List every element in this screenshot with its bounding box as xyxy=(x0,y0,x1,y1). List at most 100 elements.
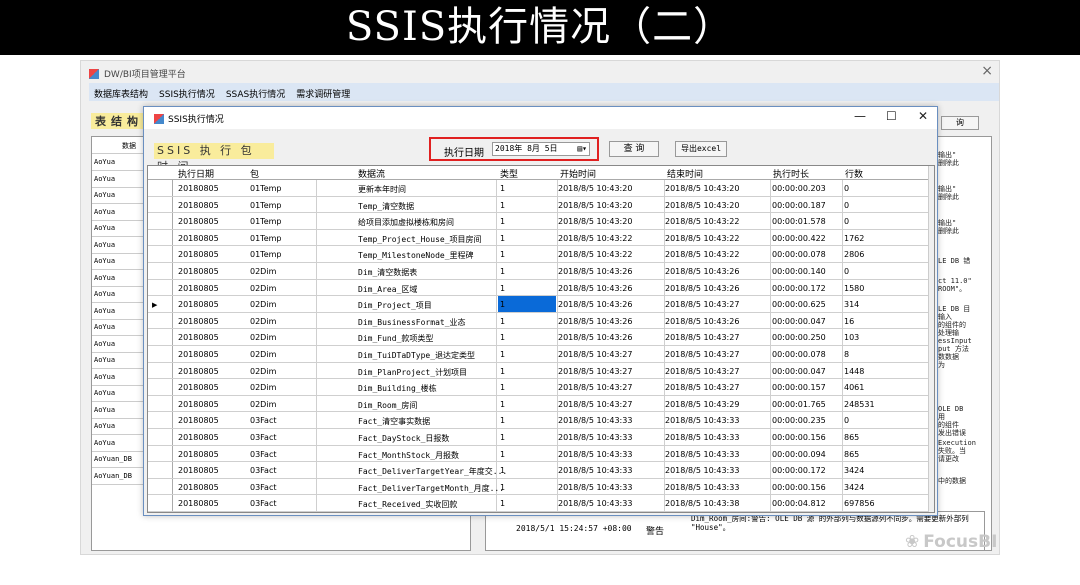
menu-item-requirements[interactable]: 需求调研管理 xyxy=(291,83,356,101)
table-cell[interactable]: 1 xyxy=(500,350,505,359)
table-cell[interactable]: 02Dim xyxy=(250,367,276,376)
table-row[interactable]: 20180805 03Fact Fact_DeliverTargetYear_年度交… xyxy=(148,462,928,479)
table-cell[interactable]: 00:00:00.157 xyxy=(772,383,826,392)
column-header[interactable]: 开始时间 xyxy=(560,167,596,180)
table-cell[interactable]: 03Fact xyxy=(250,450,276,459)
table-cell[interactable]: 02Dim xyxy=(250,267,276,276)
table-cell[interactable]: 00:00:00.094 xyxy=(772,450,826,459)
minimize-button[interactable]: — xyxy=(854,109,866,123)
column-header[interactable]: 执行日期 xyxy=(178,167,214,180)
table-row[interactable]: 20180805 02Dim Dim_Building_楼栋 1 2018/8/5 10… xyxy=(148,379,928,396)
table-cell[interactable]: Dim_Area_区域 xyxy=(358,284,417,295)
background-query-button[interactable]: 询 xyxy=(941,116,979,130)
table-cell[interactable]: 02Dim xyxy=(250,400,276,409)
table-cell[interactable]: 02Dim xyxy=(250,300,276,309)
table-cell[interactable]: 1 xyxy=(500,217,505,226)
table-cell[interactable]: 00:00:00.172 xyxy=(772,284,826,293)
table-cell[interactable]: 1 xyxy=(500,267,505,276)
table-cell[interactable]: 1448 xyxy=(844,367,864,376)
table-cell[interactable]: 248531 xyxy=(844,400,875,409)
table-cell[interactable]: 2018/8/5 10:43:22 xyxy=(665,234,739,243)
table-cell[interactable]: 2018/8/5 10:43:27 xyxy=(558,367,632,376)
table-cell[interactable]: 0 xyxy=(844,201,849,210)
table-cell[interactable]: 20180805 xyxy=(178,466,219,475)
table-cell[interactable]: 02Dim xyxy=(250,383,276,392)
table-cell[interactable]: 2018/8/5 10:43:33 xyxy=(665,433,739,442)
table-row[interactable]: 20180805 02Dim Dim_BusinessFormat_业态 1 2018/… xyxy=(148,313,928,330)
table-cell[interactable]: 00:00:00.422 xyxy=(772,234,826,243)
table-cell[interactable]: 20180805 xyxy=(178,333,219,342)
table-cell[interactable]: 1 xyxy=(500,483,505,492)
column-header[interactable]: 数据流 xyxy=(358,167,385,180)
table-cell[interactable]: 20180805 xyxy=(178,217,219,226)
table-cell[interactable]: 01Temp xyxy=(250,201,282,210)
table-cell[interactable]: 00:00:00.625 xyxy=(772,300,826,309)
table-cell[interactable]: 2018/8/5 10:43:33 xyxy=(558,483,632,492)
table-cell[interactable]: 20180805 xyxy=(178,483,219,492)
execution-table[interactable]: 执行日期 包 数据流 类型 开始时间 结束时间 执行时长 行数 ▶ 201808… xyxy=(147,165,935,513)
table-cell[interactable]: 00:00:00.078 xyxy=(772,250,826,259)
table-cell[interactable]: 1 xyxy=(500,300,505,309)
export-excel-button[interactable]: 导出excel xyxy=(675,141,727,157)
table-cell[interactable]: Dim_PlanProject_计划项目 xyxy=(358,367,467,378)
table-row[interactable]: 20180805 03Fact Fact_清空事实数据 1 2018/8/5 10:43… xyxy=(148,412,928,429)
table-cell[interactable]: 2018/8/5 10:43:26 xyxy=(558,267,632,276)
table-cell[interactable]: 2018/8/5 10:43:27 xyxy=(665,383,739,392)
table-cell[interactable]: Dim_BusinessFormat_业态 xyxy=(358,317,466,328)
table-row[interactable]: 20180805 01Temp 更新本年时间 1 2018/8/5 10:43:20 20… xyxy=(148,180,928,197)
table-cell[interactable]: 0 xyxy=(844,267,849,276)
table-cell[interactable]: Fact_DeliverTargetMonth_月度... xyxy=(358,483,504,494)
table-cell[interactable]: 00:00:00.047 xyxy=(772,367,826,376)
table-cell[interactable]: 03Fact xyxy=(250,416,276,425)
app-close-button[interactable]: × xyxy=(981,63,993,79)
table-cell[interactable]: 2018/8/5 10:43:20 xyxy=(558,217,632,226)
table-row[interactable]: 20180805 02Dim Dim_Fund_款项类型 1 2018/8/5 10:4… xyxy=(148,329,928,346)
table-cell[interactable]: 20180805 xyxy=(178,400,219,409)
table-cell[interactable]: 02Dim xyxy=(250,350,276,359)
table-cell[interactable]: 2018/8/5 10:43:27 xyxy=(665,367,739,376)
table-cell[interactable]: 2018/8/5 10:43:26 xyxy=(558,284,632,293)
table-cell[interactable]: 02Dim xyxy=(250,317,276,326)
table-row[interactable]: 20180805 02Dim Dim_PlanProject_计划项目 1 2018/8… xyxy=(148,363,928,380)
table-cell[interactable]: 1 xyxy=(500,450,505,459)
table-cell[interactable]: 20180805 xyxy=(178,201,219,210)
table-cell[interactable]: 1 xyxy=(500,250,505,259)
table-cell[interactable]: 2018/8/5 10:43:33 xyxy=(665,466,739,475)
table-cell[interactable]: Fact_清空事实数据 xyxy=(358,416,430,427)
table-cell[interactable]: 20180805 xyxy=(178,367,219,376)
table-cell[interactable]: 03Fact xyxy=(250,466,276,475)
table-cell[interactable]: 20180805 xyxy=(178,317,219,326)
table-cell[interactable]: 01Temp xyxy=(250,250,282,259)
table-cell[interactable]: Fact_DeliverTargetYear_年度交... xyxy=(358,466,507,477)
table-cell[interactable]: 2018/8/5 10:43:26 xyxy=(558,333,632,342)
table-cell[interactable]: 02Dim xyxy=(250,333,276,342)
table-cell[interactable]: 1762 xyxy=(844,234,864,243)
table-cell[interactable]: 20180805 xyxy=(178,184,219,193)
table-cell[interactable]: 20180805 xyxy=(178,284,219,293)
table-row[interactable]: 20180805 03Fact Fact_DayStock_日报数 1 2018/8/5… xyxy=(148,429,928,446)
query-button[interactable]: 查 询 xyxy=(609,141,659,157)
table-cell[interactable]: 1 xyxy=(500,499,505,508)
table-cell[interactable]: 2018/8/5 10:43:29 xyxy=(665,400,739,409)
table-cell[interactable]: 20180805 xyxy=(178,383,219,392)
table-row[interactable]: 20180805 02Dim Dim_清空数据表 1 2018/8/5 10:43:26… xyxy=(148,263,928,280)
table-cell[interactable]: Dim_TuiDTaDType_退达定类型 xyxy=(358,350,475,361)
column-header[interactable]: 执行时长 xyxy=(773,167,809,180)
table-cell[interactable]: 03Fact xyxy=(250,433,276,442)
table-row[interactable]: 20180805 02Dim Dim_Room_房间 1 2018/8/5 10:43:… xyxy=(148,396,928,413)
table-cell[interactable]: Fact_Received_实收回款 xyxy=(358,499,457,510)
menu-item-ssas[interactable]: SSAS执行情况 xyxy=(221,83,291,101)
table-cell[interactable]: 16 xyxy=(844,317,854,326)
table-row[interactable]: 20180805 02Dim Dim_Project_项目 1 2018/8/5 10:… xyxy=(148,296,928,313)
table-row[interactable]: 20180805 02Dim Dim_TuiDTaDType_退达定类型 1 2018/… xyxy=(148,346,928,363)
table-cell[interactable]: 2018/8/5 10:43:33 xyxy=(665,416,739,425)
table-cell[interactable]: 3424 xyxy=(844,483,864,492)
table-row[interactable]: 20180805 02Dim Dim_Area_区域 1 2018/8/5 10:43:… xyxy=(148,280,928,297)
table-cell[interactable]: 2018/8/5 10:43:26 xyxy=(665,284,739,293)
table-cell[interactable]: 1 xyxy=(500,201,505,210)
table-cell[interactable]: Temp_MilestoneNode_里程碑 xyxy=(358,250,474,261)
table-cell[interactable]: 2018/8/5 10:43:22 xyxy=(558,250,632,259)
table-cell[interactable]: 00:00:04.812 xyxy=(772,499,826,508)
table-cell[interactable]: Dim_Room_房间 xyxy=(358,400,417,411)
table-cell[interactable]: 2018/8/5 10:43:20 xyxy=(558,201,632,210)
